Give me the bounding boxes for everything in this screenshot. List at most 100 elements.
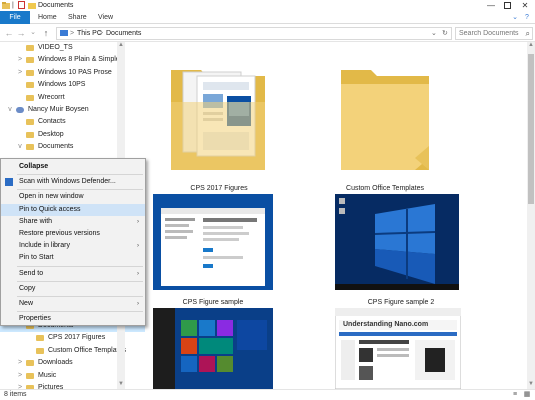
ribbon-expand-icon[interactable]: ⌄ [510,12,520,23]
item-count: 8 items [4,391,27,398]
menu-separator [17,280,143,282]
ribbon-tabs: File Home Share View ⌄ ? [0,11,535,24]
scroll-up-icon[interactable]: ▲ [527,42,535,48]
image-thumbnail-icon [153,308,273,389]
close-button[interactable]: ✕ [518,0,532,11]
menu-item-label: Open in new window [19,193,84,201]
up-button[interactable]: ↑ [40,27,52,39]
menu-separator [17,311,143,313]
window-title: Documents [38,2,74,9]
scroll-up-icon[interactable]: ▲ [117,42,125,48]
folder-icon [26,82,34,89]
nav-item-label: Contacts [38,118,66,126]
folder-icon [26,360,34,367]
menu-item-scan-with-windows-defender[interactable]: Scan with Windows Defender... [1,176,145,188]
file-start-screen-image[interactable] [147,308,279,389]
recent-locations-button[interactable]: ⌄ [27,27,39,39]
menu-item-label: Pin to Quick access [19,205,81,213]
folder-icon [26,119,34,126]
menu-item-open-in-new-window[interactable]: Open in new window [1,191,145,203]
back-button[interactable]: ← [3,27,15,39]
menu-item-label: Copy [19,284,36,292]
menu-item-properties[interactable]: Properties [1,313,145,325]
folder-custom-office-templates[interactable]: Custom Office Templates [325,62,445,192]
folder-icon [26,69,34,76]
expanded-chevron-icon[interactable]: v [16,141,24,153]
defender-icon [5,178,13,187]
file-list: CPS 2017 Figures Custom Office Templates [145,42,535,389]
scroll-thumb[interactable] [528,54,534,204]
menu-item-new[interactable]: New › [1,298,145,310]
collapsed-chevron-icon[interactable]: > [16,357,24,369]
tab-file[interactable]: File [0,11,30,24]
submenu-arrow-icon: › [137,218,139,225]
menu-item-pin-to-quick-access[interactable]: Pin to Quick access [1,203,145,216]
search-box[interactable]: ⌕ [455,27,533,40]
submenu-arrow-icon: › [137,243,139,250]
collapsed-chevron-icon[interactable]: > [16,67,24,79]
help-icon[interactable]: ? [522,12,532,23]
context-menu: Collapse Scan with Windows Defender... Ope… [0,158,146,326]
menu-item-collapse[interactable]: Collapse [1,161,145,173]
submenu-arrow-icon: › [137,301,139,307]
menu-item-include-in-library[interactable]: Include in library › [1,240,145,252]
details-view-icon[interactable]: ≡ [510,391,520,399]
nav-item-label: Music [38,371,57,379]
content-scrollbar[interactable]: ▲ ▼ [527,42,535,389]
menu-item-label: Send to [19,269,44,277]
menu-item-share-with[interactable]: Share with › [1,216,145,228]
menu-item-pin-to-start[interactable]: Pin to Start [1,252,145,264]
folder-icon [26,94,34,101]
menu-item-label: Collapse [19,163,49,170]
address-bar-row: ← → ⌄ ↑ > This PC > Documents ⌄ ↻ ⌕ [0,24,535,42]
maximize-button[interactable] [500,0,514,11]
menu-separator [17,174,143,176]
breadcrumb-documents[interactable]: Documents [106,28,141,39]
refresh-icon[interactable]: ↻ [442,28,448,39]
breadcrumb-sep: > [70,30,75,37]
collapsed-chevron-icon[interactable]: > [16,382,24,389]
address-field[interactable]: > This PC > Documents ⌄ ↻ [56,27,452,40]
nav-item-label: Windows 10 PAS Prose [38,68,112,76]
new-folder-icon[interactable] [28,1,36,10]
menu-item-label: Restore previous versions [19,230,100,237]
folder-icon [26,131,34,138]
search-icon[interactable]: ⌕ [526,28,530,39]
tile-caption: CPS Figure sample 2 [367,299,435,306]
menu-separator [17,189,143,191]
collapsed-chevron-icon[interactable]: > [16,370,24,382]
title-bar: | Documents — ✕ [0,0,535,11]
folder-icon [341,70,429,170]
menu-separator [17,296,143,297]
large-icons-view-icon[interactable]: ▦ [522,391,532,399]
address-dropdown-icon[interactable]: ⌄ [431,28,437,39]
app-icon[interactable] [2,1,10,10]
nav-item-label: Nancy Muir Boysen [28,106,89,113]
file-cps-figure-sample[interactable]: CPS Figure sample [147,194,279,306]
menu-item-label: New [19,300,34,307]
forward-button[interactable]: → [15,27,27,39]
folder-cps-2017-figures[interactable]: CPS 2017 Figures [159,62,279,192]
file-cps-figure-sample-2[interactable]: CPS Figure sample 2 [335,194,467,306]
menu-item-copy[interactable]: Copy [1,283,145,295]
menu-item-send-to[interactable]: Send to › [1,268,145,280]
properties-icon[interactable] [18,1,26,10]
search-input[interactable] [456,28,522,39]
scroll-down-icon[interactable]: ▼ [117,381,125,387]
image-thumbnail-icon [153,194,273,290]
nav-item-label: Windows 8 Plain & Simple [38,56,120,64]
tab-view[interactable]: View [90,11,121,24]
scroll-down-icon[interactable]: ▼ [527,381,535,387]
collapsed-chevron-icon[interactable]: > [16,54,24,66]
nav-item-label: VIDEO_TS [38,44,73,51]
menu-item-label: Scan with Windows Defender... [19,178,116,186]
file-web-screenshot-image[interactable]: Understanding Nano.com [335,308,467,389]
nav-item-label: Wrecorrt [38,93,65,101]
folder-icon [26,45,34,51]
image-thumbnail-icon [335,194,459,290]
nav-item-label: Desktop [38,130,64,138]
minimize-button[interactable]: — [484,0,498,11]
menu-item-restore-previous-versions[interactable]: Restore previous versions [1,228,145,240]
menu-separator [17,265,143,267]
expanded-chevron-icon[interactable]: v [6,104,14,116]
